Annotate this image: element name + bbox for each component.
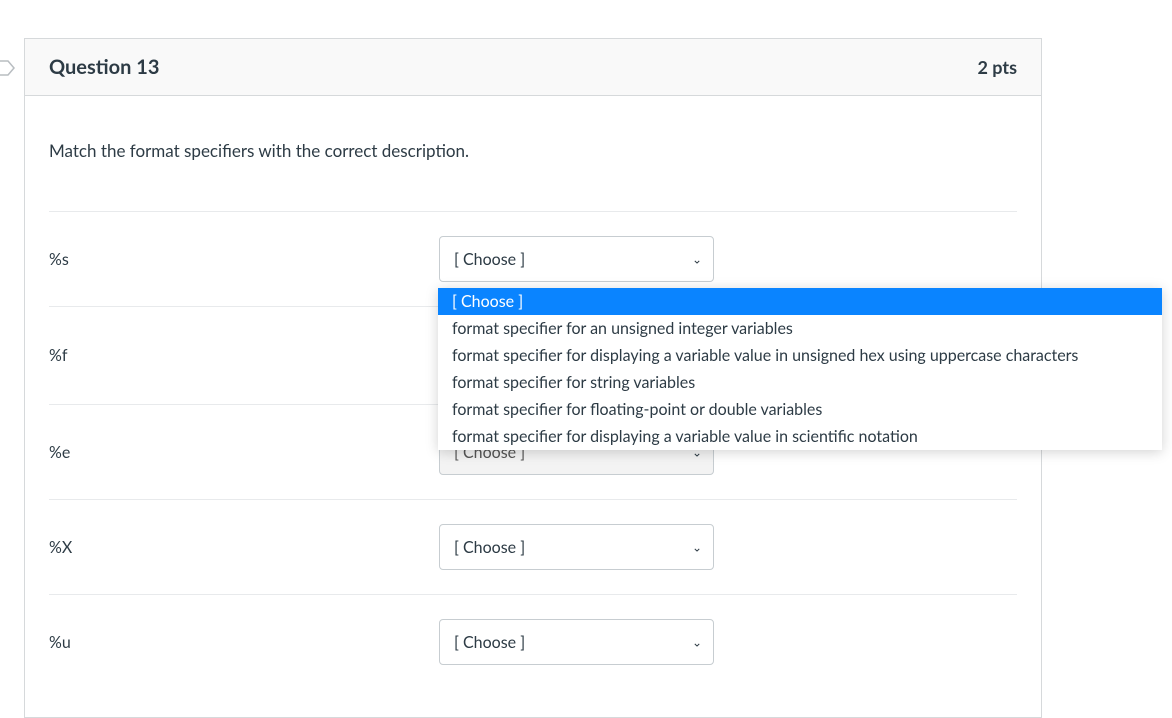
match-label: %X <box>49 538 439 557</box>
dropdown-option[interactable]: format specifier for an unsigned integer… <box>438 315 1162 342</box>
select-wrap: [ Choose ] ⌄ <box>439 524 714 570</box>
question-points: 2 pts <box>977 56 1017 78</box>
match-label: %e <box>49 443 439 462</box>
question-title: Question 13 <box>49 55 159 79</box>
select-wrap: [ Choose ] ⌄ <box>439 619 714 665</box>
page-container: Question 13 2 pts Match the format speci… <box>0 0 1172 697</box>
dropdown-option[interactable]: format specifier for floating-point or d… <box>438 396 1162 423</box>
match-row: %X [ Choose ] ⌄ <box>49 499 1017 594</box>
match-label: %u <box>49 633 439 652</box>
dropdown-option[interactable]: format specifier for displaying a variab… <box>438 423 1162 450</box>
question-header: Question 13 2 pts <box>25 39 1041 96</box>
dropdown-option[interactable]: format specifier for displaying a variab… <box>438 342 1162 369</box>
match-label: %f <box>49 346 439 365</box>
select-wrap: [ Choose ] ⌄ <box>439 236 714 282</box>
dropdown-panel: [ Choose ] format specifier for an unsig… <box>438 288 1162 450</box>
match-label: %s <box>49 250 439 269</box>
question-prompt: Match the format specifiers with the cor… <box>49 140 1017 161</box>
match-select[interactable]: [ Choose ] <box>439 619 714 665</box>
match-select[interactable]: [ Choose ] <box>439 236 714 282</box>
question-marker-icon <box>0 58 16 78</box>
dropdown-option[interactable]: [ Choose ] <box>438 288 1162 315</box>
match-select[interactable]: [ Choose ] <box>439 524 714 570</box>
dropdown-option[interactable]: format specifier for string variables <box>438 369 1162 396</box>
match-row: %u [ Choose ] ⌄ <box>49 594 1017 689</box>
